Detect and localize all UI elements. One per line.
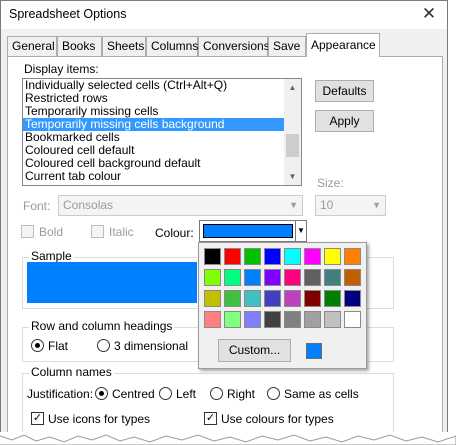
- tab-conversions[interactable]: Conversions: [198, 36, 270, 56]
- palette-colour-cell[interactable]: [244, 290, 261, 307]
- palette-colour-cell[interactable]: [244, 311, 261, 328]
- three-dimensional-radio[interactable]: [97, 339, 110, 352]
- tab-sheets[interactable]: Sheets: [102, 36, 146, 56]
- font-select[interactable]: Consolas ▼: [58, 195, 303, 216]
- sample-label: Sample: [29, 249, 74, 263]
- headings-title: Row and column headings: [29, 319, 175, 333]
- defaults-button[interactable]: Defaults: [315, 80, 374, 102]
- use-colours-checkbox[interactable]: ✓: [204, 412, 217, 425]
- list-item[interactable]: Current tab colour: [23, 170, 301, 183]
- apply-button[interactable]: Apply: [315, 110, 374, 132]
- palette-colour-cell[interactable]: [324, 290, 341, 307]
- centred-radio[interactable]: [95, 387, 108, 400]
- chevron-down-icon[interactable]: ▼: [289, 196, 298, 215]
- use-icons-label: Use icons for types: [48, 412, 151, 426]
- bold-checkbox[interactable]: [21, 225, 34, 238]
- tab-books[interactable]: Books: [57, 36, 102, 56]
- tab-general[interactable]: General: [7, 36, 57, 56]
- palette-colour-cell[interactable]: [304, 311, 321, 328]
- right-radio[interactable]: [210, 387, 223, 400]
- font-value: Consolas: [63, 198, 114, 212]
- same-as-cells-radio[interactable]: [267, 387, 280, 400]
- palette-colour-cell[interactable]: [204, 290, 221, 307]
- centred-label: Centred: [112, 387, 155, 401]
- palette-colour-cell[interactable]: [344, 269, 361, 286]
- title-bar: Spreadsheet Options ✕: [1, 1, 447, 29]
- italic-label: Italic: [109, 225, 134, 239]
- colour-swatch: [203, 224, 293, 238]
- left-radio[interactable]: [159, 387, 172, 400]
- palette-colour-cell[interactable]: [284, 248, 301, 265]
- chevron-down-icon[interactable]: ▼: [295, 221, 306, 241]
- palette-colour-cell[interactable]: [344, 311, 361, 328]
- close-icon[interactable]: ✕: [417, 3, 441, 25]
- palette-colour-cell[interactable]: [224, 269, 241, 286]
- palette-colour-cell[interactable]: [304, 290, 321, 307]
- palette-colour-cell[interactable]: [204, 248, 221, 265]
- palette-colour-cell[interactable]: [284, 269, 301, 286]
- tab-save[interactable]: Save: [268, 36, 306, 56]
- use-icons-checkbox[interactable]: ✓: [31, 412, 44, 425]
- flat-label: Flat: [48, 339, 69, 353]
- chevron-down-icon[interactable]: ▼: [372, 196, 381, 215]
- display-items-label: Display items:: [24, 62, 99, 76]
- size-select[interactable]: 10 ▼: [315, 195, 386, 216]
- custom-colour-swatch[interactable]: [306, 343, 322, 359]
- palette-colour-cell[interactable]: [224, 248, 241, 265]
- column-names-title: Column names: [29, 365, 114, 379]
- scroll-thumb[interactable]: [286, 134, 299, 157]
- palette-colour-cell[interactable]: [324, 269, 341, 286]
- use-colours-label: Use colours for types: [221, 412, 334, 426]
- colour-palette-popup: Custom...: [198, 242, 367, 369]
- palette-colour-cell[interactable]: [304, 248, 321, 265]
- palette-colour-cell[interactable]: [344, 248, 361, 265]
- right-label: Right: [227, 387, 256, 401]
- palette-colour-cell[interactable]: [304, 269, 321, 286]
- palette-colour-cell[interactable]: [244, 248, 261, 265]
- flat-radio[interactable]: [31, 339, 44, 352]
- colour-picker[interactable]: ▼: [199, 220, 307, 242]
- size-label: Size:: [317, 176, 344, 190]
- justification-label: Justification:: [27, 387, 94, 401]
- colour-label: Colour:: [155, 226, 194, 240]
- list-scrollbar[interactable]: ▲ ▼: [284, 79, 301, 185]
- italic-checkbox[interactable]: [91, 225, 104, 238]
- tab-columns[interactable]: Columns: [146, 36, 198, 56]
- palette-colour-cell[interactable]: [264, 290, 281, 307]
- bold-label: Bold: [39, 225, 64, 239]
- three-dimensional-label: 3 dimensional: [114, 339, 189, 353]
- palette-colour-cell[interactable]: [344, 290, 361, 307]
- custom-colour-button[interactable]: Custom...: [218, 339, 291, 362]
- same-as-cells-label: Same as cells: [284, 387, 359, 401]
- palette-colour-cell[interactable]: [284, 290, 301, 307]
- palette-colour-cell[interactable]: [264, 248, 281, 265]
- palette-colour-cell[interactable]: [264, 269, 281, 286]
- palette-colour-cell[interactable]: [224, 290, 241, 307]
- palette-colour-cell[interactable]: [204, 269, 221, 286]
- palette-colour-cell[interactable]: [244, 269, 261, 286]
- font-label: Font:: [23, 199, 51, 213]
- scroll-down-icon[interactable]: ▼: [284, 168, 301, 185]
- palette-colour-cell[interactable]: [324, 248, 341, 265]
- window-title: Spreadsheet Options: [9, 7, 127, 21]
- palette-colour-cell[interactable]: [224, 311, 241, 328]
- torn-edge: [0, 432, 456, 445]
- left-label: Left: [176, 387, 197, 401]
- tab-appearance[interactable]: Appearance: [306, 33, 380, 57]
- display-items-list[interactable]: Individually selected cells (Ctrl+Alt+Q)…: [22, 78, 302, 186]
- palette-colour-cell[interactable]: [324, 311, 341, 328]
- palette-colour-cell[interactable]: [284, 311, 301, 328]
- scroll-up-icon[interactable]: ▲: [284, 79, 301, 96]
- palette-colour-cell[interactable]: [204, 311, 221, 328]
- palette-colour-cell[interactable]: [264, 311, 281, 328]
- size-value: 10: [320, 198, 334, 212]
- sample-preview: [27, 262, 197, 303]
